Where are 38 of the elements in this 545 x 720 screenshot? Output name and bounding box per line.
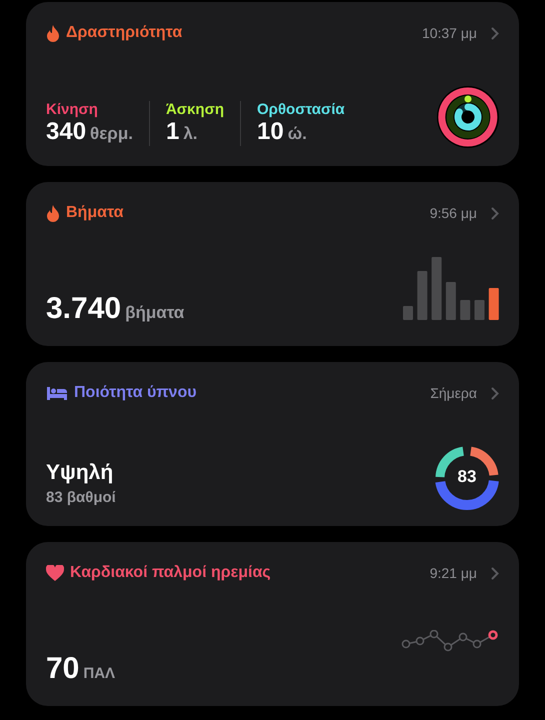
steps-value: 3.740 xyxy=(46,292,122,326)
activity-rings-drawing xyxy=(437,86,499,148)
card-title: Καρδιακοί παλμοί ηρεμίας xyxy=(70,564,271,582)
heart-rate-unit: ΠΑΛ xyxy=(83,665,116,682)
metric-value: 340 xyxy=(46,118,86,146)
bed-icon xyxy=(46,386,68,400)
metric-unit: θερμ. xyxy=(90,124,133,144)
metric-unit: ώ. xyxy=(288,124,307,144)
card-background[interactable]: Καρδιακοί παλμοί ηρεμίας 9:21 μμ 70 ΠΑΛ xyxy=(26,542,519,706)
card-title: Δραστηριότητα xyxy=(66,24,182,42)
card-title: Βήματα xyxy=(66,204,124,222)
metric-label: Κίνηση xyxy=(46,101,99,118)
chevron-icon[interactable] xyxy=(491,206,499,220)
chevron-icon[interactable] xyxy=(491,386,499,400)
heart-rate-value: 70 xyxy=(46,652,80,686)
chevron-icon[interactable] xyxy=(491,566,499,580)
score-number: 83 xyxy=(456,467,478,487)
card-title: Ποιότητα ύπνου xyxy=(74,384,197,402)
steps-unit: βήματα xyxy=(125,303,184,323)
card-background[interactable]: Ποιότητα ύπνου Σήμερα Υψηλή 83 βαθμοί 83 xyxy=(26,362,519,526)
heart-icon xyxy=(46,565,64,581)
sleep-quality: Υψηλή xyxy=(46,461,114,485)
timestamp: 10:37 μμ xyxy=(422,25,477,41)
chevron-icon[interactable] xyxy=(491,26,499,40)
timestamp: Σήμερα xyxy=(430,385,477,401)
metric-label: Άσκηση xyxy=(166,101,224,118)
card-background[interactable]: Βήματα 9:56 μμ 3.740 βήματα xyxy=(26,182,519,346)
flame-icon xyxy=(46,24,60,42)
metric-value: 1 xyxy=(166,118,180,146)
card-background[interactable]: Δραστηριότητα 10:37 μμ Κίνηση 340 θερμ. Άσκηση 1 λ. Ορθοστασία 10 ώ. xyxy=(26,2,519,166)
metric-label: Ορθοστασία xyxy=(257,101,345,118)
flame-icon xyxy=(46,204,60,222)
timestamp: 9:21 μμ xyxy=(430,565,477,581)
metric-value: 10 xyxy=(257,118,284,146)
timestamp: 9:56 μμ xyxy=(430,205,477,221)
sleep-score-text: 83 βαθμοί xyxy=(46,489,116,506)
sleep-score-ring-icon xyxy=(435,446,499,510)
metric-unit: λ. xyxy=(183,124,198,144)
